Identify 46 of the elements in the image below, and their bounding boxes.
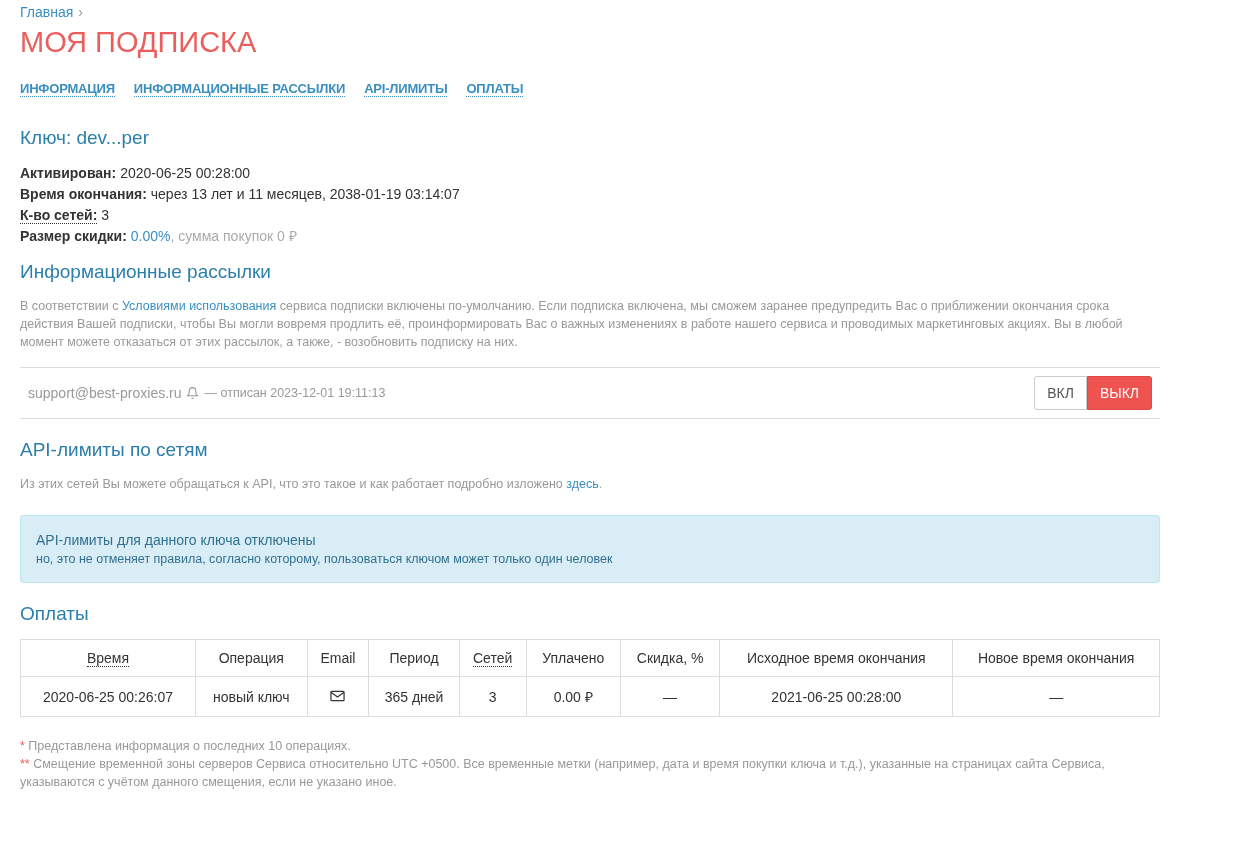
footnote: ** Смещение временной зоны серверов Сервиса относительно UTC +0500. Все временные метки (например, дата и время покупки ключа и т.д.), указанные на страницах сайта Сервиса, указываются с учётом данного смещения, если не указано иное. xyxy=(20,756,1106,791)
breadcrumb-link[interactable]: Главная xyxy=(20,4,74,20)
subscription-status: — отписан 2023-12-01 19:11:13 xyxy=(204,386,386,400)
table-cell: 365 дней xyxy=(368,676,460,717)
table-cell: 3 xyxy=(459,676,527,717)
section-link[interactable]: ИНФОРМАЦИЯ xyxy=(20,81,115,97)
column-header: Email xyxy=(307,639,369,677)
section-heading: Оплаты xyxy=(20,603,90,625)
api-description: Из этих сетей Вы можете обращаться к API, что это такое и как работает подробно изложено здесь. xyxy=(20,476,604,493)
column-header: Операция xyxy=(195,639,307,677)
table-cell: 0.00 ₽ xyxy=(526,676,621,717)
info-line: Время окончания: через 13 лет и 11 месяцев, 2038-01-19 03:14:07 xyxy=(20,185,461,204)
column-header: Новое время окончания xyxy=(952,639,1160,677)
table-cell: — xyxy=(952,676,1160,717)
envelope-icon[interactable] xyxy=(330,689,346,702)
email-address: support@best-proxies.ru xyxy=(28,385,182,401)
section-link[interactable]: ОПЛАТЫ xyxy=(466,81,524,97)
table-cell: — xyxy=(620,676,720,717)
column-header: Время xyxy=(20,639,196,677)
column-header: Сетей xyxy=(459,639,527,677)
table-cell: новый ключ xyxy=(195,676,307,717)
breadcrumb-separator: › xyxy=(78,4,83,20)
info-line: К-во сетей: 3 xyxy=(20,206,111,226)
column-header: Исходное время окончания xyxy=(719,639,953,677)
section-link[interactable]: API-ЛИМИТЫ xyxy=(364,81,448,97)
info-line: Активирован: 2020-06-25 00:28:00 xyxy=(20,164,252,183)
alert-text: но, это не отменяет правила, согласно которому, пользоваться ключом может только один человек xyxy=(36,552,614,566)
table-cell: 2020-06-25 00:26:07 xyxy=(20,676,196,717)
section-link[interactable]: ИНФОРМАЦИОННЫЕ РАССЫЛКИ xyxy=(133,81,346,97)
section-heading: API-лимиты по сетям xyxy=(20,439,209,461)
info-line: Размер скидки: 0.00%, сумма покупок 0 ₽ xyxy=(20,227,298,246)
page-title: МОЯ ПОДПИСКА xyxy=(20,26,258,59)
here-link[interactable]: здесь xyxy=(566,477,599,491)
section-heading: Информационные рассылки xyxy=(20,261,272,283)
column-header: Уплачено xyxy=(526,639,621,677)
key-heading: Ключ: dev...per xyxy=(20,127,150,149)
mailing-description: В соответствии с Условиями использования сервиса подписки включены по-умолчанию. Если подписка включена, мы сможем заранее предупредить Вас о приближении окончания срока действия Вашей подписки, чтобы Вы могли вовремя продлить её, проинформировать Вас о важных изменениях в работе нашего сервиса и проводимых маркетинговых акциях. Вы в любой момент можете отказаться от этих рассылок, а также, - возобновить подписку на них. xyxy=(20,298,1124,351)
column-header: Скидка, % xyxy=(620,639,720,677)
terms-link[interactable]: Условиями использования xyxy=(121,299,277,313)
footnote: * Представлена информация о последних 10 операциях. xyxy=(20,738,352,755)
table-cell: 2021-06-25 00:28:00 xyxy=(719,676,953,717)
column-header: Период xyxy=(368,639,460,677)
toggle-button[interactable]: ВЫКЛ xyxy=(1086,376,1152,410)
toggle-button[interactable]: ВКЛ xyxy=(1034,376,1087,410)
alert-title: API-лимиты для данного ключа отключены xyxy=(36,532,317,548)
bell-icon xyxy=(185,386,199,400)
